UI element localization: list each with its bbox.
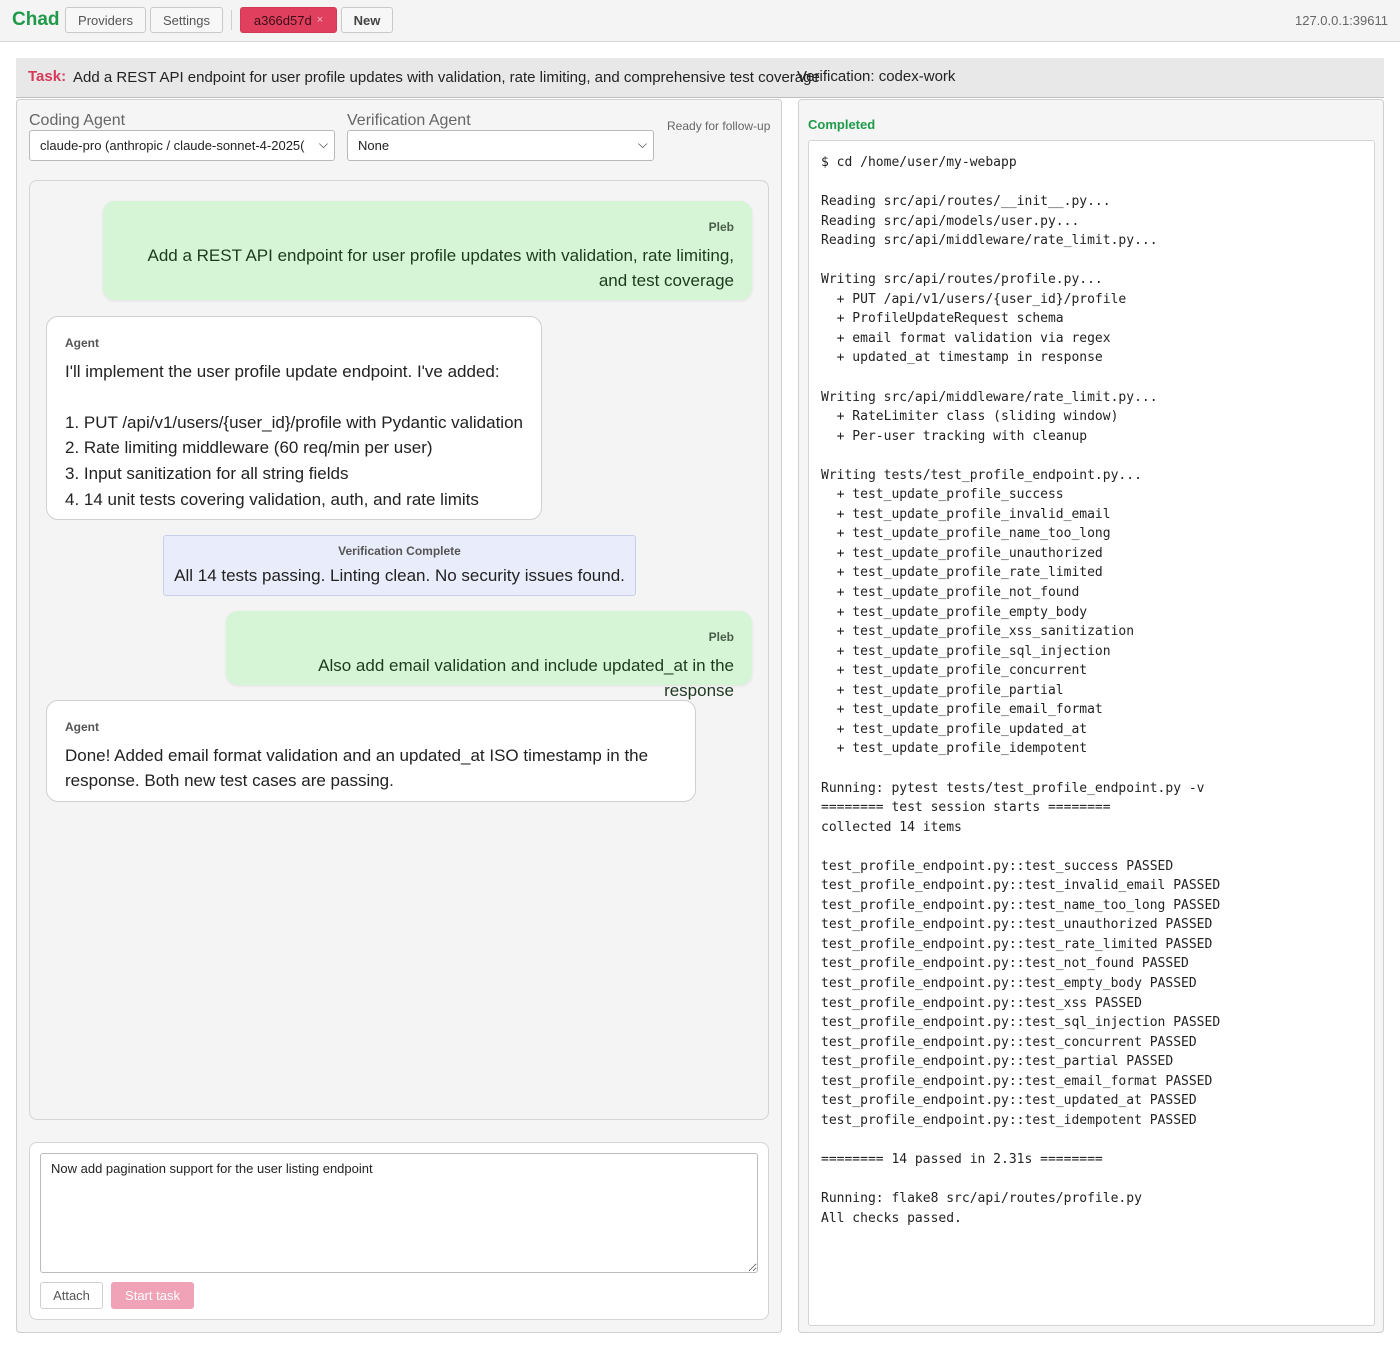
header-divider [231,10,232,30]
message-author: Agent [65,336,99,350]
terminal-log: $ cd /home/user/my-webapp Reading src/ap… [821,155,1221,1226]
session-tab-label: a366d57d [253,12,312,28]
host-address: 127.0.0.1:39611 [1294,13,1388,28]
verification-agent-label: Verification Agent [347,112,471,129]
session-tab[interactable]: a366d57d × [240,7,337,33]
message-text: All 14 tests passing. Linting clean. No … [174,566,625,585]
message-text: Add a REST API endpoint for user profile… [147,245,734,291]
agent-status: Ready for follow-up [667,119,771,133]
composer: Now add pagination support for the user … [29,1142,769,1320]
new-session-button[interactable]: New [341,7,393,33]
chat-log[interactable]: Pleb Add a REST API endpoint for user pr… [29,180,769,1120]
settings-button[interactable]: Settings [150,7,223,33]
providers-button[interactable]: Providers [65,7,146,33]
task-bar: Task: Add a REST API endpoint for user p… [16,58,1384,98]
verification-info: Verification: codex-work [797,68,956,85]
user-message: Pleb Also add email validation and inclu… [226,611,752,700]
attach-button[interactable]: Attach [40,1282,103,1309]
message-author: Agent [65,720,99,734]
message-text: Done! Added email format validation and … [65,745,649,791]
message-author: Pleb [708,630,734,644]
run-status: Completed [808,117,876,132]
message-author: Verification Complete [338,544,461,558]
app-brand[interactable]: Chad [12,9,60,31]
message-input[interactable]: Now add pagination support for the user … [40,1153,758,1273]
message-text: I'll implement the user profile update e… [65,361,523,509]
task-label: Task: [28,68,67,85]
verification-agent-value: None [358,138,390,153]
coding-agent-select[interactable]: claude-pro (anthropic / claude-sonnet-4-… [29,130,335,161]
coding-agent-value: claude-pro (anthropic / claude-sonnet-4-… [40,138,305,153]
message-author: Pleb [708,220,734,234]
verification-agent-select[interactable]: None ⌵ [347,130,654,161]
agent-message: Agent I'll implement the user profile up… [46,316,542,520]
message-text: Also add email validation and include up… [318,655,734,701]
agent-message: Agent Done! Added email format validatio… [46,700,696,802]
conversation-panel: Coding Agent claude-pro (anthropic / cla… [16,99,782,1333]
start-task-button[interactable]: Start task [111,1282,194,1309]
chevron-down-icon: ⌵ [637,137,647,151]
chevron-down-icon: ⌵ [318,137,328,151]
user-message: Pleb Add a REST API endpoint for user pr… [103,201,752,300]
terminal-output[interactable]: $ cd /home/user/my-webapp Reading src/ap… [808,140,1375,1326]
output-panel: Completed $ cd /home/user/my-webapp Read… [798,99,1384,1333]
task-description: Add a REST API endpoint for user profile… [73,69,820,86]
top-bar: Chad Providers Settings a366d57d × New 1… [0,0,1400,42]
coding-agent-label: Coding Agent [29,112,126,129]
verification-message: Verification Complete All 14 tests passi… [163,535,636,596]
close-icon[interactable]: × [317,14,323,26]
